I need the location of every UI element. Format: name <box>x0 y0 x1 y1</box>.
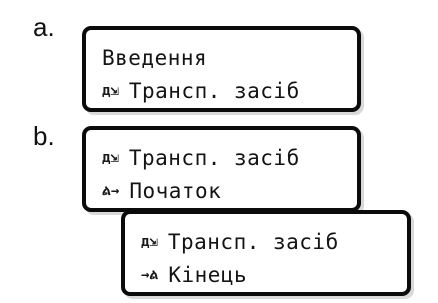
entry-text: Введення <box>102 45 208 70</box>
vehicle-mode-icon: д⇲ <box>102 82 119 99</box>
vehicle-mode-icon: д⇲ <box>141 233 158 250</box>
vehicle-text: Трансп. засіб <box>128 145 300 170</box>
vehicle-text: Трансп. засіб <box>167 229 339 254</box>
step-label-b: b. <box>33 121 55 151</box>
menu-line-start: ል→ Початок <box>102 174 357 207</box>
vehicle-mode-icon: д⇲ <box>102 149 119 166</box>
menu-line-vehicle: д⇲ Трансп. засіб <box>102 141 357 174</box>
display-panel-b1: д⇲ Трансп. засіб ል→ Початок <box>82 126 361 212</box>
vehicle-text: Трансп. засіб <box>128 78 300 103</box>
location-end-icon: →ል <box>141 266 159 283</box>
step-label-a: a. <box>33 12 55 42</box>
menu-line-entry: Введення <box>102 41 357 74</box>
menu-line-vehicle: д⇲ Трансп. засіб <box>102 74 357 107</box>
start-text: Початок <box>129 178 222 203</box>
location-start-icon: ል→ <box>102 182 120 199</box>
end-text: Кінець <box>168 262 248 287</box>
display-panel-b2: д⇲ Трансп. засіб →ል Кінець <box>121 210 411 296</box>
display-panel-a: Введення д⇲ Трансп. засіб <box>82 26 361 112</box>
menu-line-vehicle: д⇲ Трансп. засіб <box>141 225 407 258</box>
menu-line-end: →ል Кінець <box>141 258 407 291</box>
